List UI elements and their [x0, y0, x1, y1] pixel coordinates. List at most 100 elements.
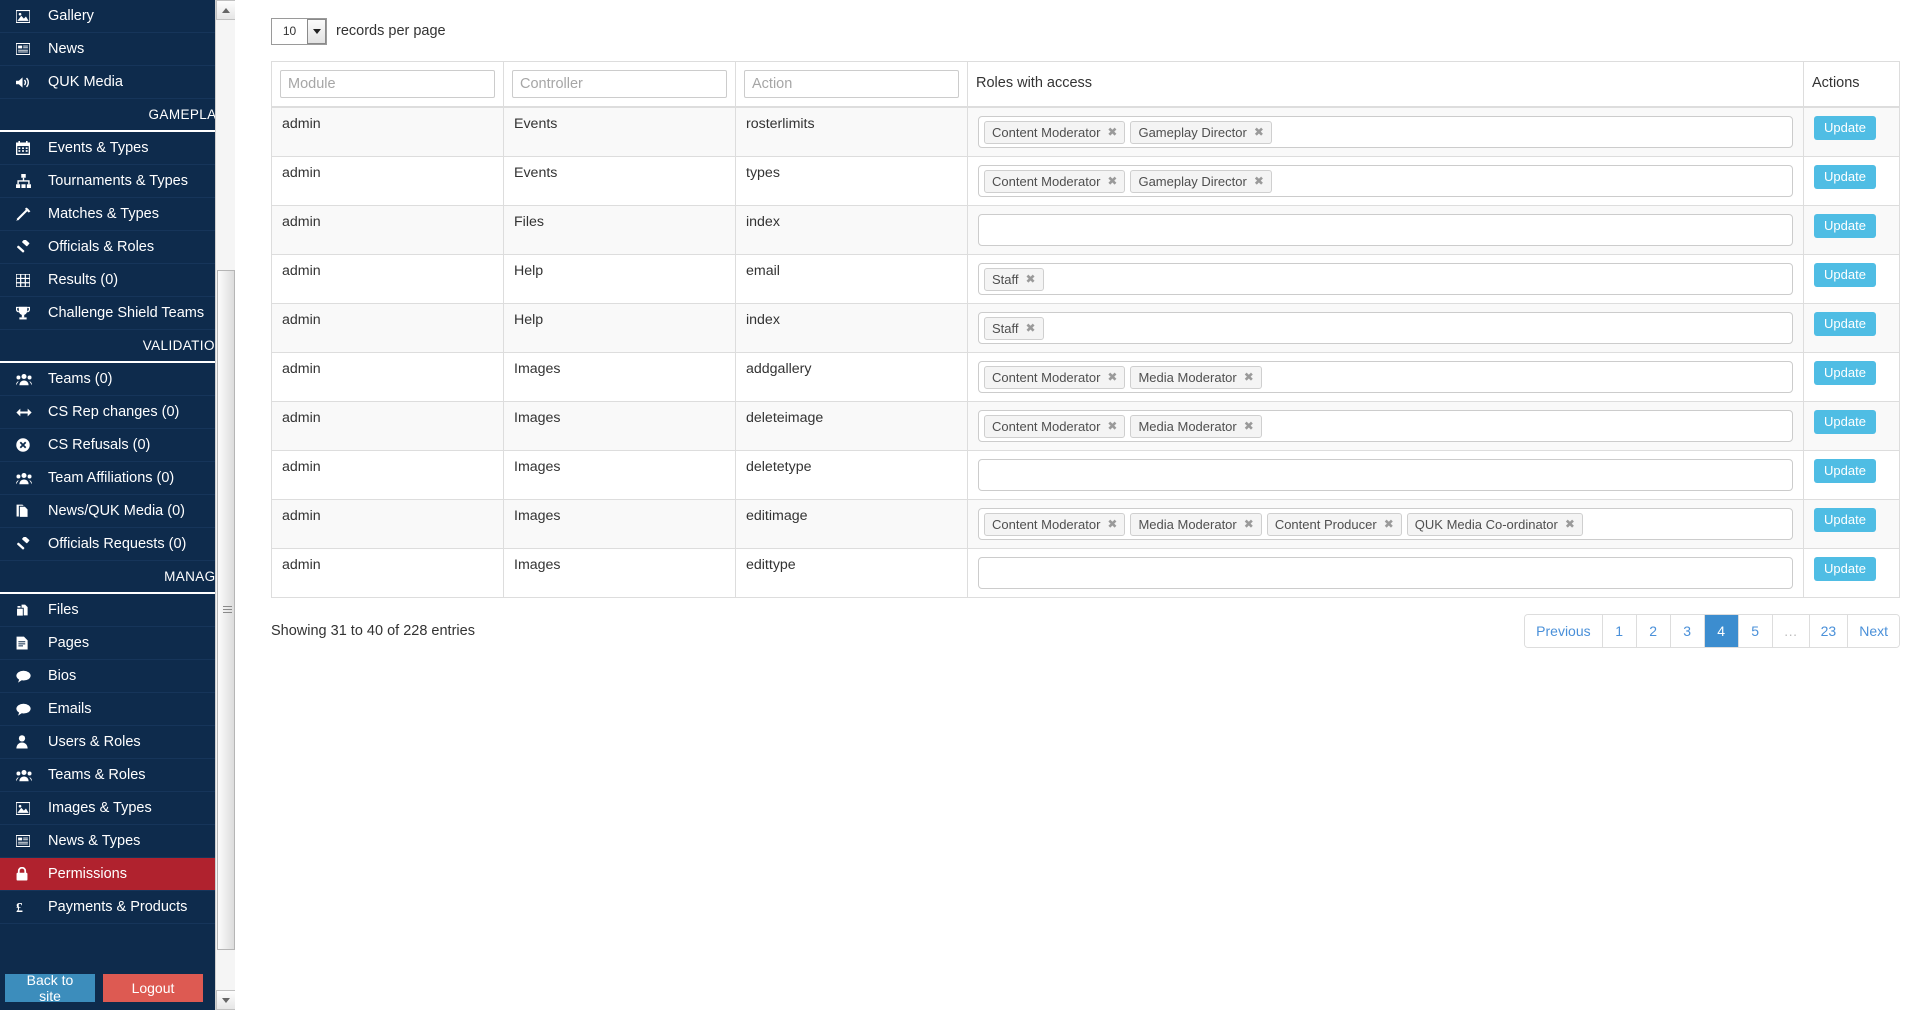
sidebar-item-label: Permissions [48, 866, 127, 882]
role-token[interactable]: Content Moderator ✖ [984, 169, 1126, 193]
cell-roles: Content Moderator ✖ Gameplay Director ✖ [967, 156, 1804, 206]
update-button[interactable]: Update [1814, 361, 1876, 385]
update-button[interactable]: Update [1814, 459, 1876, 483]
back-to-site-button[interactable]: Back to site [5, 972, 95, 1004]
sidebar-item-team-affiliations-0[interactable]: Team Affiliations (0) [0, 462, 235, 495]
remove-role-icon[interactable]: ✖ [1107, 516, 1117, 533]
pagination-page-1[interactable]: 1 [1602, 615, 1637, 647]
sidebar-item-cs-refusals-0[interactable]: CS Refusals (0) [0, 429, 235, 462]
sidebar-item-label: Officials & Roles [48, 239, 155, 255]
sidebar-item-officials-roles[interactable]: Officials & Roles [0, 231, 235, 264]
remove-role-icon[interactable]: ✖ [1244, 369, 1254, 386]
sidebar-item-payments-products[interactable]: £ Payments & Products [0, 891, 235, 924]
sidebar-item-tournaments-types[interactable]: Tournaments & Types [0, 165, 235, 198]
role-token[interactable]: Content Producer ✖ [1266, 512, 1402, 536]
logout-button[interactable]: Logout [103, 974, 203, 1002]
remove-role-icon[interactable]: ✖ [1384, 516, 1394, 533]
update-button[interactable]: Update [1814, 410, 1876, 434]
roles-token-field[interactable]: Content Moderator ✖ Media Moderator ✖ Conten… [978, 508, 1793, 540]
remove-role-icon[interactable]: ✖ [1254, 173, 1264, 190]
roles-token-field[interactable]: Staff ✖ [978, 312, 1793, 344]
remove-role-icon[interactable]: ✖ [1107, 418, 1117, 435]
cell-action: types [735, 156, 968, 206]
sidebar-item-teams-roles[interactable]: Teams & Roles [0, 759, 235, 792]
roles-token-field[interactable] [978, 557, 1793, 589]
chevron-down-icon[interactable] [307, 18, 326, 44]
pagination-next[interactable]: Next [1848, 615, 1899, 647]
sidebar-item-officials-requests-0[interactable]: Officials Requests (0) [0, 528, 235, 561]
role-token[interactable]: Staff ✖ [984, 316, 1044, 340]
sidebar-item-images-types[interactable]: Images & Types [0, 792, 235, 825]
sidebar-item-results-0[interactable]: Results (0) [0, 264, 235, 297]
sidebar-item-files[interactable]: Files [0, 594, 235, 627]
scrollbar-thumb[interactable] [217, 270, 235, 950]
sidebar-item-matches-types[interactable]: Matches & Types [0, 198, 235, 231]
pagination-page-5[interactable]: 5 [1738, 615, 1773, 647]
records-per-page-select[interactable]: 10 [271, 17, 327, 45]
update-button[interactable]: Update [1814, 312, 1876, 336]
remove-role-icon[interactable]: ✖ [1107, 124, 1117, 141]
role-token[interactable]: Staff ✖ [984, 267, 1044, 291]
role-token[interactable]: Media Moderator ✖ [1130, 512, 1262, 536]
table-row: admin Files index Update [271, 205, 1900, 255]
roles-token-field[interactable]: Content Moderator ✖ Gameplay Director ✖ [978, 165, 1793, 197]
sidebar-item-news-types[interactable]: News & Types [0, 825, 235, 858]
update-button[interactable]: Update [1814, 508, 1876, 532]
update-button[interactable]: Update [1814, 214, 1876, 238]
pagination-page-23[interactable]: 23 [1809, 615, 1849, 647]
remove-role-icon[interactable]: ✖ [1107, 369, 1117, 386]
roles-token-field[interactable]: Staff ✖ [978, 263, 1793, 295]
role-token[interactable]: Content Moderator ✖ [984, 365, 1126, 389]
update-button[interactable]: Update [1814, 116, 1876, 140]
remove-role-icon[interactable]: ✖ [1254, 124, 1264, 141]
role-token[interactable]: Media Moderator ✖ [1130, 414, 1262, 438]
role-token[interactable]: Content Moderator ✖ [984, 120, 1126, 144]
remove-role-icon[interactable]: ✖ [1107, 173, 1117, 190]
role-token[interactable]: Content Moderator ✖ [984, 512, 1126, 536]
sidebar-item-gallery[interactable]: Gallery [0, 0, 235, 33]
sidebar-scrollbar[interactable] [215, 0, 235, 1010]
sidebar-item-label: Events & Types [48, 140, 149, 156]
pagination-previous[interactable]: Previous [1525, 615, 1603, 647]
roles-token-field[interactable]: Content Moderator ✖ Media Moderator ✖ [978, 361, 1793, 393]
update-button[interactable]: Update [1814, 557, 1876, 581]
roles-token-field[interactable]: Content Moderator ✖ Gameplay Director ✖ [978, 116, 1793, 148]
roles-token-field[interactable] [978, 214, 1793, 246]
role-token[interactable]: QUK Media Co-ordinator ✖ [1406, 512, 1583, 536]
pagination-page-2[interactable]: 2 [1636, 615, 1671, 647]
sidebar-item-quk-media[interactable]: QUK Media [0, 66, 235, 99]
role-token[interactable]: Gameplay Director ✖ [1130, 169, 1272, 193]
pagination-page-3[interactable]: 3 [1670, 615, 1705, 647]
sidebar-item-permissions[interactable]: Permissions [0, 858, 235, 891]
sidebar-item-pages[interactable]: Pages [0, 627, 235, 660]
sidebar-item-challenge-shield-teams[interactable]: Challenge Shield Teams [0, 297, 235, 330]
sidebar-item-teams-0[interactable]: Teams (0) [0, 363, 235, 396]
action-filter-input[interactable] [744, 70, 959, 98]
sidebar-item-users-roles[interactable]: Users & Roles [0, 726, 235, 759]
pagination-page-4[interactable]: 4 [1704, 615, 1739, 647]
sidebar-item-events-types[interactable]: Events & Types [0, 132, 235, 165]
roles-token-field[interactable] [978, 459, 1793, 491]
remove-role-icon[interactable]: ✖ [1244, 516, 1254, 533]
remove-role-icon[interactable]: ✖ [1026, 271, 1036, 288]
controller-filter-input[interactable] [512, 70, 727, 98]
role-token[interactable]: Gameplay Director ✖ [1130, 120, 1272, 144]
sidebar-item-news-quk-media-0[interactable]: News/QUK Media (0) [0, 495, 235, 528]
cell-controller: Events [503, 156, 736, 206]
sidebar-item-label: Pages [48, 635, 90, 651]
roles-token-field[interactable]: Content Moderator ✖ Media Moderator ✖ [978, 410, 1793, 442]
role-token[interactable]: Media Moderator ✖ [1130, 365, 1262, 389]
sidebar-item-emails[interactable]: Emails [0, 693, 235, 726]
scroll-up-arrow-icon[interactable] [216, 0, 235, 20]
remove-role-icon[interactable]: ✖ [1565, 516, 1575, 533]
sidebar-item-cs-rep-changes-0[interactable]: CS Rep changes (0) [0, 396, 235, 429]
remove-role-icon[interactable]: ✖ [1244, 418, 1254, 435]
remove-role-icon[interactable]: ✖ [1026, 320, 1036, 337]
update-button[interactable]: Update [1814, 165, 1876, 189]
role-token[interactable]: Content Moderator ✖ [984, 414, 1126, 438]
scroll-down-arrow-icon[interactable] [216, 990, 235, 1010]
update-button[interactable]: Update [1814, 263, 1876, 287]
sidebar-item-bios[interactable]: Bios [0, 660, 235, 693]
module-filter-input[interactable] [280, 70, 495, 98]
sidebar-item-news[interactable]: News [0, 33, 235, 66]
